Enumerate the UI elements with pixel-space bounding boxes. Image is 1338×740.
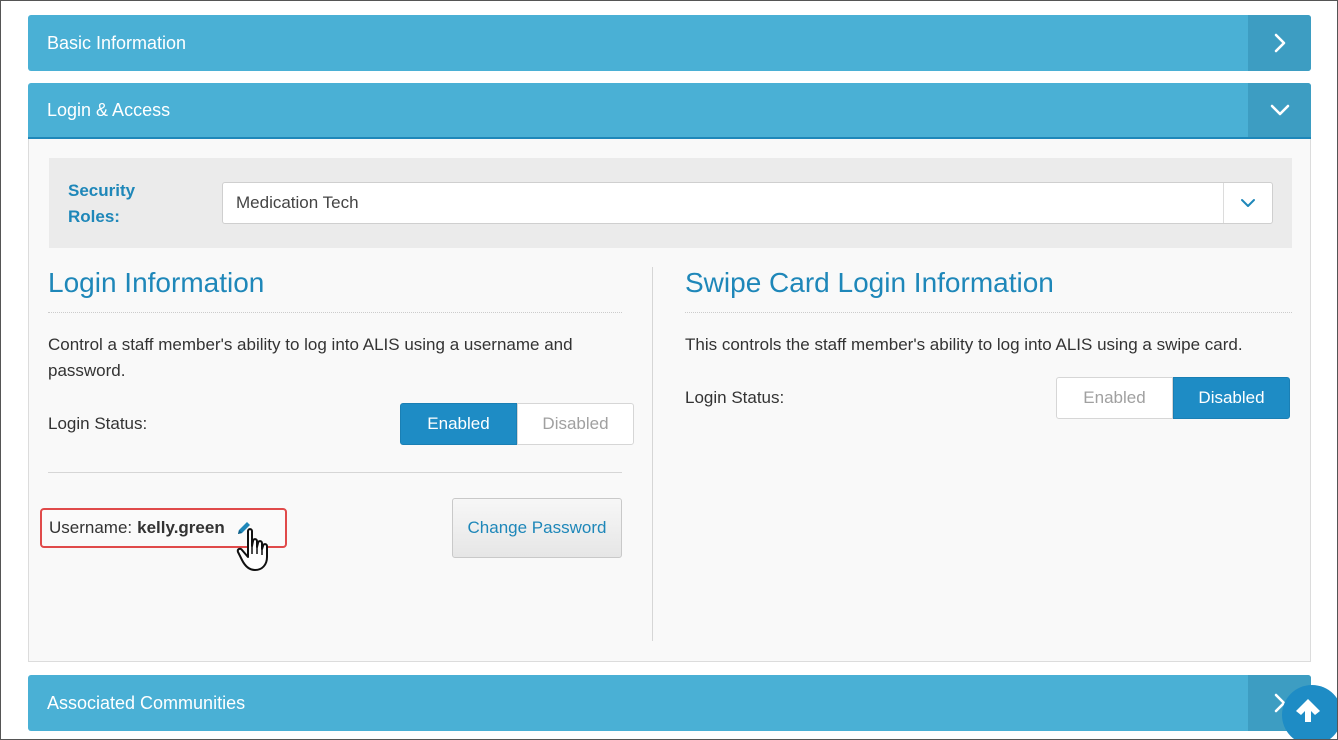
accordion-basic-information[interactable]: Basic Information — [28, 15, 1311, 71]
username-label: Username: — [49, 518, 133, 537]
change-password-button[interactable]: Change Password — [452, 498, 622, 558]
swipe-enabled-button[interactable]: Enabled — [1056, 377, 1173, 419]
arrow-up-icon — [1293, 695, 1323, 725]
accordion-associated-communities[interactable]: Associated Communities — [28, 675, 1311, 731]
login-disabled-button[interactable]: Disabled — [517, 403, 634, 445]
accordion-title-basic-information: Basic Information — [47, 32, 187, 53]
chevron-right-icon[interactable] — [1248, 15, 1311, 71]
swipe-card-description: This controls the staff member's ability… — [685, 335, 1243, 354]
swipe-status-label: Login Status: — [685, 388, 785, 407]
login-status-toggle: Enabled Disabled — [400, 403, 634, 445]
column-divider — [652, 267, 653, 641]
swipe-status-toggle: Enabled Disabled — [1056, 377, 1290, 419]
login-information-rule — [48, 312, 622, 313]
scroll-to-top-button[interactable] — [1282, 685, 1338, 740]
login-divider — [48, 472, 622, 473]
login-access-panel: Security Roles: Medication Tech Login In… — [28, 139, 1311, 662]
swipe-card-title: Swipe Card Login Information — [685, 267, 1054, 298]
hand-pointer-icon — [236, 527, 276, 578]
accordion-title-associated-communities: Associated Communities — [47, 692, 246, 713]
swipe-disabled-button[interactable]: Disabled — [1173, 377, 1290, 419]
login-information-description: Control a staff member's ability to log … — [48, 335, 573, 380]
chevron-down-icon[interactable] — [1248, 83, 1311, 137]
accordion-title-login-access: Login & Access — [47, 99, 171, 120]
chevron-down-icon[interactable] — [1223, 183, 1272, 223]
username-value: kelly.green — [137, 518, 225, 537]
security-roles-bar: Security Roles: Medication Tech — [49, 158, 1292, 248]
security-roles-selected-value: Medication Tech — [236, 193, 359, 212]
login-enabled-button[interactable]: Enabled — [400, 403, 517, 445]
login-status-label: Login Status: — [48, 414, 148, 433]
accordion-login-access[interactable]: Login & Access — [28, 83, 1311, 139]
security-roles-select[interactable]: Medication Tech — [222, 182, 1273, 224]
login-information-title: Login Information — [48, 267, 265, 298]
swipe-card-rule — [685, 312, 1292, 313]
security-roles-label: Security Roles: — [68, 181, 136, 226]
